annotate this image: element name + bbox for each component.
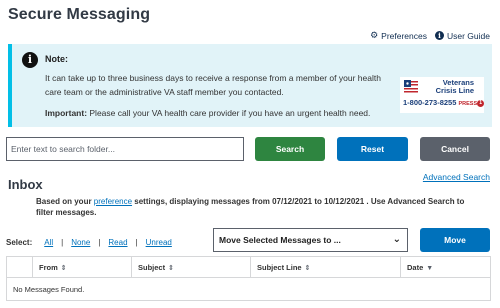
sort-icon: ⇕: [168, 265, 174, 272]
move-button[interactable]: Move: [420, 228, 490, 252]
cancel-button[interactable]: Cancel: [420, 137, 490, 161]
column-header-from[interactable]: From ⇕: [32, 257, 131, 278]
alert-title: Note:: [45, 54, 68, 64]
column-header-subject[interactable]: Subject ⇕: [131, 257, 250, 278]
separator: |: [61, 238, 64, 247]
note-alert: i Note: It can take up to three business…: [8, 44, 492, 127]
separator: |: [135, 238, 138, 247]
column-header-date[interactable]: Date ▼: [400, 257, 492, 278]
sort-icon: ⇕: [60, 265, 67, 272]
inbox-note: Based on your preference settings, displ…: [36, 197, 465, 217]
preference-link[interactable]: preference: [94, 197, 132, 206]
column-header-subject-line[interactable]: Subject Line ⇕: [250, 257, 400, 278]
select-unread-link[interactable]: Unread: [146, 238, 172, 247]
alert-body: It can take up to three business days to…: [45, 73, 381, 97]
flag-icon: [404, 80, 418, 93]
info-icon: i: [22, 52, 38, 68]
alert-important: Important: Please call your VA health ca…: [45, 108, 370, 118]
user-guide-label: User Guide: [447, 30, 490, 41]
sort-down-icon: ▼: [426, 265, 434, 272]
page-title: Secure Messaging: [8, 6, 151, 23]
select-read-link[interactable]: Read: [108, 238, 127, 247]
move-select-value: Move Selected Messages to ...: [219, 235, 341, 245]
important-text: Please call your VA health care provider…: [87, 108, 371, 118]
separator: |: [98, 238, 101, 247]
top-links: ⚙ Preferences i User Guide: [370, 30, 490, 41]
select-none-link[interactable]: None: [71, 238, 90, 247]
advanced-search-link[interactable]: Advanced Search: [423, 172, 490, 182]
crisis-line-name: Veterans Crisis Line: [435, 78, 474, 95]
press-label: PRESS: [458, 101, 478, 107]
move-to-folder-select[interactable]: Move Selected Messages to ... ⌄: [213, 228, 408, 252]
preferences-label: Preferences: [381, 30, 427, 41]
select-row: Select: All | None | Read | Unread: [6, 238, 172, 247]
empty-message: No Messages Found.: [13, 285, 85, 294]
press-number: 1: [477, 99, 485, 107]
table-header: From ⇕ Subject ⇕ Subject Line ⇕ Date ▼: [7, 257, 490, 278]
reset-button[interactable]: Reset: [337, 137, 408, 161]
gear-icon: ⚙: [370, 30, 379, 40]
select-all-link[interactable]: All: [44, 238, 53, 247]
chevron-down-icon: ⌄: [392, 234, 401, 245]
messages-table: From ⇕ Subject ⇕ Subject Line ⇕ Date ▼ No Me…: [6, 256, 491, 301]
sort-icon: ⇕: [304, 265, 311, 272]
crisis-line-phone: 1-800-273-8255 PRESS 1: [403, 98, 485, 107]
user-guide-link[interactable]: i User Guide: [435, 30, 490, 41]
info-icon: i: [435, 31, 444, 40]
important-label: Important:: [45, 108, 88, 118]
checkbox-column-header: [7, 257, 32, 278]
veterans-crisis-line-logo[interactable]: Veterans Crisis Line 1-800-273-8255 PRES…: [400, 77, 485, 113]
search-button[interactable]: Search: [255, 137, 325, 161]
select-label: Select:: [6, 238, 33, 247]
search-input[interactable]: [6, 137, 244, 161]
inbox-title: Inbox: [8, 177, 43, 192]
preferences-link[interactable]: ⚙ Preferences: [370, 30, 427, 41]
